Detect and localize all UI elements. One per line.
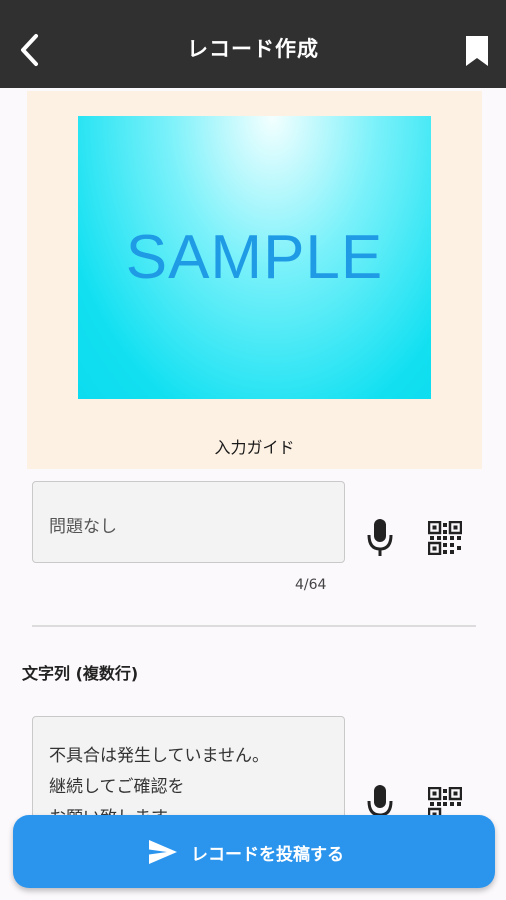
sample-image-text: SAMPLE bbox=[125, 223, 384, 292]
divider bbox=[32, 625, 476, 627]
character-counter: 4/64 bbox=[295, 577, 327, 593]
text-line: 継続してご確認を bbox=[49, 777, 185, 797]
post-record-button[interactable]: レコードを投稿する bbox=[13, 815, 495, 888]
post-record-button-label: レコードを投稿する bbox=[191, 845, 344, 865]
bookmark-icon[interactable] bbox=[464, 34, 490, 68]
microphone-icon[interactable] bbox=[366, 518, 394, 558]
send-icon bbox=[149, 840, 177, 864]
qr-code-icon[interactable] bbox=[428, 521, 462, 555]
input-guide-panel: SAMPLE 入力ガイド bbox=[27, 91, 482, 469]
field-label-multiline: 文字列 (複数行) bbox=[22, 664, 139, 683]
app-header: レコード作成 bbox=[0, 0, 506, 88]
text-line: 不具合は発生していません。 bbox=[49, 746, 269, 766]
sample-image: SAMPLE bbox=[78, 116, 431, 399]
input-guide-label: 入力ガイド bbox=[214, 438, 295, 457]
text-field-single[interactable]: 問題なし bbox=[32, 481, 345, 563]
page-title: レコード作成 bbox=[187, 37, 319, 61]
